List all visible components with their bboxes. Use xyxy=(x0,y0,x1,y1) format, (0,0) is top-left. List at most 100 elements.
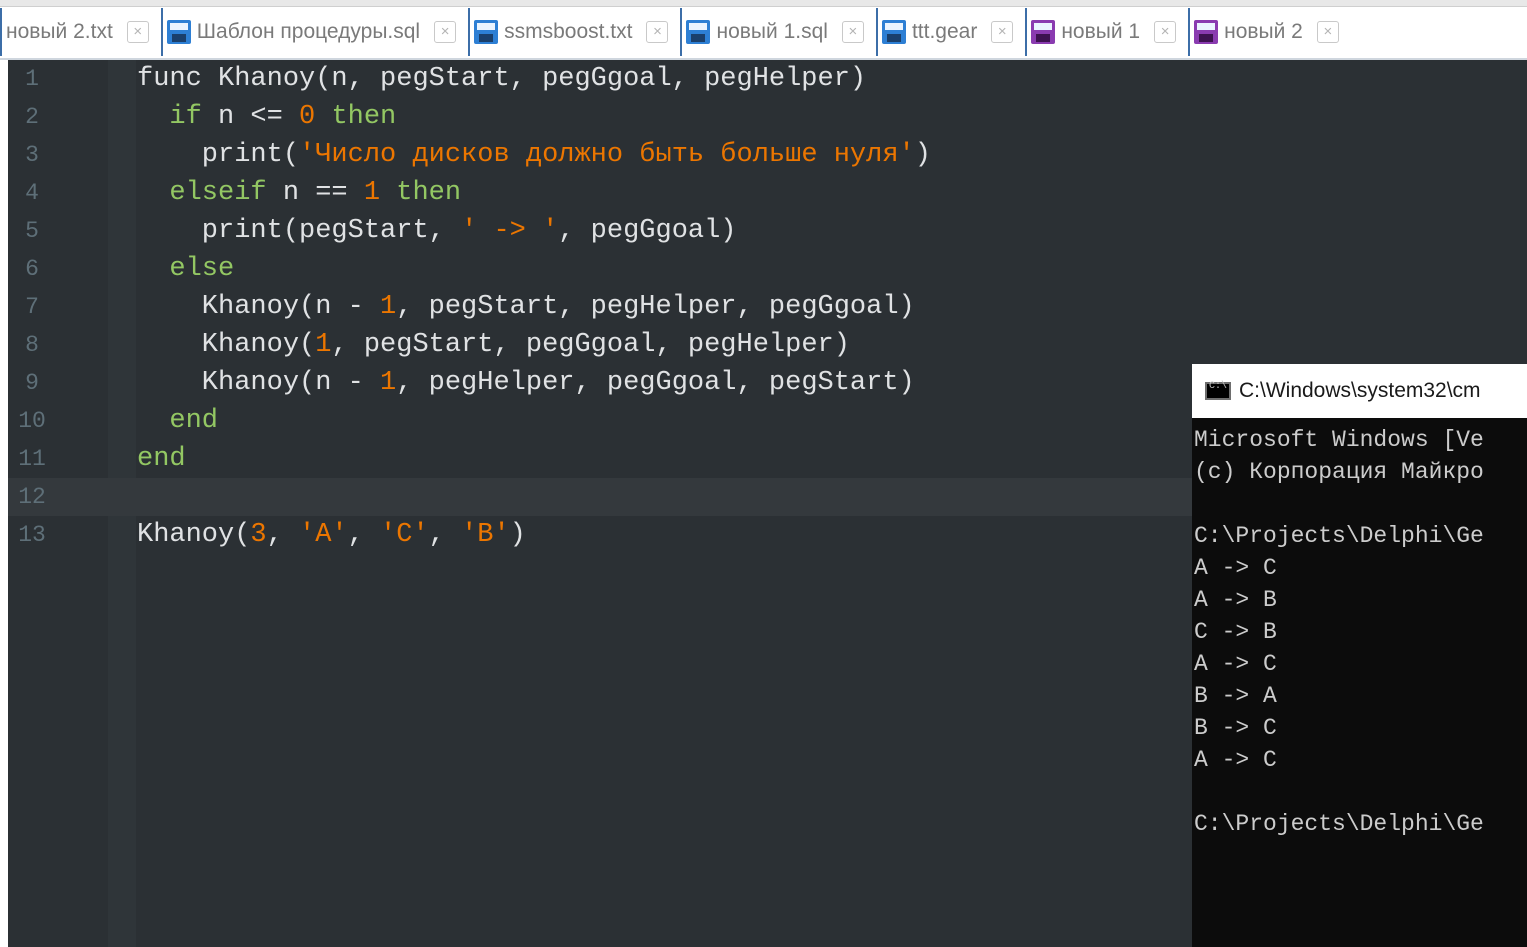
console-line: C -> B xyxy=(1194,619,1277,645)
code-text: func Khanoy(n, pegStart, pegGgoal, pegHe… xyxy=(137,60,866,98)
code-token: 1 xyxy=(380,292,397,322)
code-line[interactable]: 8 Khanoy(1, pegStart, pegGgoal, pegHelpe… xyxy=(8,326,1527,364)
code-token: Khanoy(n - xyxy=(137,292,381,322)
tab-close-icon[interactable]: × xyxy=(126,21,149,43)
tab-label: новый 1 xyxy=(1061,20,1141,43)
code-text: elseif n == 1 then xyxy=(137,174,461,212)
code-token: Khanoy(n - xyxy=(137,368,381,398)
code-token: , pegGgoal) xyxy=(558,216,737,246)
code-token: 'B' xyxy=(461,520,510,550)
code-token: n <= xyxy=(201,102,300,132)
console-line: C:\Projects\Delphi\Ge xyxy=(1194,811,1484,837)
tab-7[interactable]: новый 2 × xyxy=(1188,8,1351,56)
code-text: print(pegStart, ' -> ', pegGgoal) xyxy=(137,212,737,250)
line-number: 10 xyxy=(18,408,46,434)
code-text: end xyxy=(137,440,186,478)
code-token: n == xyxy=(266,178,364,208)
tab-close-icon[interactable]: × xyxy=(646,21,669,43)
line-number: 1 xyxy=(25,66,39,92)
code-token: 'A' xyxy=(299,520,348,550)
console-window[interactable]: C:\Windows\system32\cm Microsoft Windows… xyxy=(1192,364,1527,947)
code-token: elseif xyxy=(169,178,267,208)
tab-close-icon[interactable]: × xyxy=(991,21,1014,43)
saved-file-icon xyxy=(166,20,191,44)
code-token: , xyxy=(428,520,462,550)
line-number: 4 xyxy=(25,180,39,206)
tab-2[interactable]: Шаблон процедуры.sql × xyxy=(160,8,469,56)
tab-5[interactable]: ttt.gear × xyxy=(875,8,1026,56)
saved-file-icon xyxy=(881,20,906,44)
code-token: print(pegStart, xyxy=(137,216,462,246)
console-line: A -> C xyxy=(1194,747,1277,773)
console-title-bar[interactable]: C:\Windows\system32\cm xyxy=(1192,364,1527,418)
console-line: C:\Projects\Delphi\Ge xyxy=(1194,523,1484,549)
tab-close-icon[interactable]: × xyxy=(1154,21,1177,43)
code-line[interactable]: 1 func Khanoy(n, pegStart, pegGgoal, pegH… xyxy=(8,60,1527,98)
code-token: , xyxy=(266,520,300,550)
console-line: A -> B xyxy=(1194,587,1277,613)
code-token: else xyxy=(169,254,235,284)
code-line[interactable]: 3 print('Число дисков должно быть больше… xyxy=(8,136,1527,174)
console-line: Microsoft Windows [Ve xyxy=(1194,427,1484,453)
code-line[interactable]: 7 Khanoy(n - 1, pegStart, pegHelper, peg… xyxy=(8,288,1527,326)
code-text: Khanoy(1, pegStart, pegGgoal, pegHelper) xyxy=(137,326,850,364)
tab-bar-top-strip xyxy=(0,0,1527,7)
code-line[interactable]: 2 if n <= 0 then xyxy=(8,98,1527,136)
code-line[interactable]: 5 print(pegStart, ' -> ', pegGgoal) xyxy=(8,212,1527,250)
line-number: 3 xyxy=(25,142,39,168)
console-line: A -> C xyxy=(1194,651,1277,677)
tab-label: ssmsboost.txt xyxy=(504,20,633,43)
tab-close-icon[interactable]: × xyxy=(1316,21,1339,43)
line-number: 9 xyxy=(25,370,39,396)
editor-left-edge xyxy=(0,60,8,947)
code-text: Khanoy(n - 1, pegStart, pegHelper, pegGg… xyxy=(137,288,915,326)
tab-1[interactable]: новый 2.txt × xyxy=(0,8,161,56)
unsaved-file-icon xyxy=(1194,20,1219,44)
tab-label: Шаблон процедуры.sql xyxy=(196,20,421,43)
tab-3[interactable]: ssmsboost.txt × xyxy=(468,8,681,56)
code-token: then xyxy=(331,102,397,132)
line-number: 2 xyxy=(25,104,39,130)
tab-6[interactable]: новый 1 × xyxy=(1025,8,1189,56)
code-text: Khanoy(3, 'A', 'C', 'B') xyxy=(137,516,526,554)
console-output: Microsoft Windows [Ve (c) Корпорация Майк… xyxy=(1194,424,1527,840)
tab-label: новый 2 xyxy=(1224,20,1303,43)
tab-close-icon[interactable]: × xyxy=(841,21,864,43)
code-text: else xyxy=(137,250,234,288)
code-token: 'Число дисков должно быть больше нуля' xyxy=(299,140,915,170)
code-token: end xyxy=(169,406,219,436)
line-number: 11 xyxy=(18,446,46,472)
saved-file-icon xyxy=(474,20,499,44)
console-line: (c) Корпорация Майкро xyxy=(1194,459,1484,485)
code-text: print('Число дисков должно быть больше н… xyxy=(137,136,931,174)
code-token: then xyxy=(396,178,462,208)
tab-bar: новый 2.txt × Шаблон процедуры.sql × ssmsboo… xyxy=(0,0,1527,60)
saved-file-icon xyxy=(686,20,711,44)
code-line[interactable]: 6 else xyxy=(8,250,1527,288)
code-token: , xyxy=(347,520,381,550)
console-title: C:\Windows\system32\cm xyxy=(1239,379,1481,402)
line-number: 8 xyxy=(25,332,39,358)
code-token: , pegStart, pegGgoal, pegHelper) xyxy=(331,330,850,360)
tab-4[interactable]: новый 1.sql × xyxy=(680,8,876,56)
code-line[interactable]: 4 elseif n == 1 then xyxy=(8,174,1527,212)
tab-label: новый 2.txt xyxy=(6,20,113,43)
tab-close-icon[interactable]: × xyxy=(434,21,457,43)
code-text: end xyxy=(137,402,218,440)
console-line: A -> C xyxy=(1194,555,1277,581)
line-number: 13 xyxy=(18,522,46,548)
console-line: B -> C xyxy=(1194,715,1277,741)
console-line: B -> A xyxy=(1194,683,1277,709)
code-token: ) xyxy=(509,520,526,550)
code-token: ' -> ' xyxy=(461,216,559,246)
line-number: 12 xyxy=(18,484,46,510)
code-token: func Khanoy(n, pegStart, pegGgoal, pegHe… xyxy=(137,64,867,94)
tab-label: новый 1.sql xyxy=(716,20,828,43)
code-token: 'C' xyxy=(380,520,429,550)
